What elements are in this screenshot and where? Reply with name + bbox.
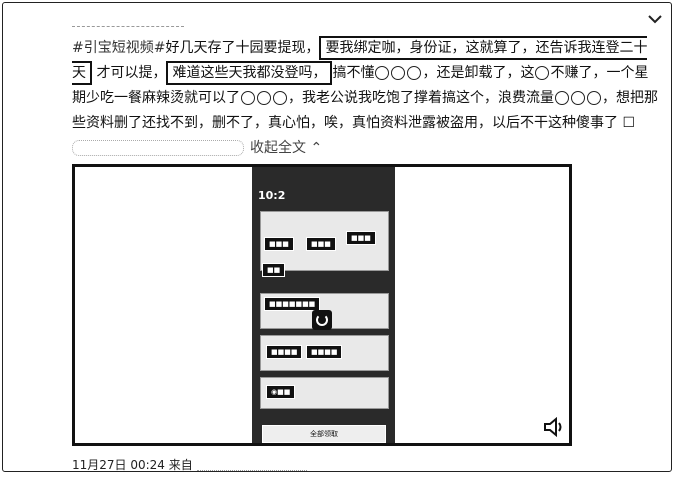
phone-chip: ■■ xyxy=(262,263,286,277)
emoji-icon xyxy=(587,91,601,105)
phone-chip: ◉■■ xyxy=(266,385,296,399)
emoji-icon xyxy=(273,91,287,105)
phone-chip: ■■■ xyxy=(264,237,294,251)
hashtag-link[interactable]: #引宝短视频# xyxy=(72,40,165,56)
emoji-icon xyxy=(257,91,271,105)
post-footer: 11月27日 00:24 来自 xyxy=(72,456,307,473)
phone-chip: ■■■ xyxy=(346,231,376,245)
username-blurred[interactable] xyxy=(72,10,184,27)
claim-all-button: 全部领取 xyxy=(262,425,386,443)
chevron-up-icon: ⌃ xyxy=(310,140,323,156)
source-blurred[interactable] xyxy=(196,460,307,471)
post-text-segment: 才可以提， xyxy=(96,65,167,81)
phone-time: 10:2 xyxy=(258,189,286,202)
phone-chip: ■■■■■■■ xyxy=(264,297,321,311)
emoji-icon xyxy=(571,91,585,105)
post-text-segment: 搞不懂 xyxy=(332,65,375,81)
post-text-segment: ，还是卸载了，这 xyxy=(422,65,535,81)
emoji-icon xyxy=(535,66,550,80)
chevron-down-icon[interactable] xyxy=(647,12,663,26)
phone-screenshot: 10:2 ■■■ ■■■ ■■■ ■■ ■■■■■■■ ■■■■ ■■■■ ◉■… xyxy=(252,167,395,443)
emoji-icon xyxy=(391,66,406,80)
emoji-icon xyxy=(407,66,422,80)
emoji-icon xyxy=(241,91,255,105)
emoji-icon xyxy=(375,66,390,80)
post-timestamp[interactable]: 11月27日 00:24 xyxy=(72,458,165,472)
loading-spinner-icon xyxy=(312,310,332,330)
video-player[interactable]: 10:2 ■■■ ■■■ ■■■ ■■ ■■■■■■■ ■■■■ ■■■■ ◉■… xyxy=(72,164,572,446)
volume-icon[interactable] xyxy=(543,417,565,437)
source-label: 来自 xyxy=(168,458,193,472)
phone-chip: ■■■■ xyxy=(306,345,343,359)
blurred-link[interactable] xyxy=(72,140,244,156)
phone-chip: ■■■■ xyxy=(266,345,303,359)
collapse-button[interactable]: 收起全文 ⌃ xyxy=(250,140,322,156)
highlight-box-2: 难道这些天我都没登吗， xyxy=(166,61,333,85)
emoji-icon xyxy=(555,91,569,105)
phone-chip: ■■■ xyxy=(306,237,336,251)
post-text-segment: 好几天存了十园要提现， xyxy=(165,40,320,56)
post-text-segment: ，我老公说我吃饱了撑着搞这个，浪费流量 xyxy=(288,90,554,106)
link-icon: ☐ xyxy=(622,115,636,131)
post-body: #引宝短视频#好几天存了十园要提现， 要我绑定咖，身份证，这就算了，还告诉我连登二… xyxy=(72,36,662,161)
